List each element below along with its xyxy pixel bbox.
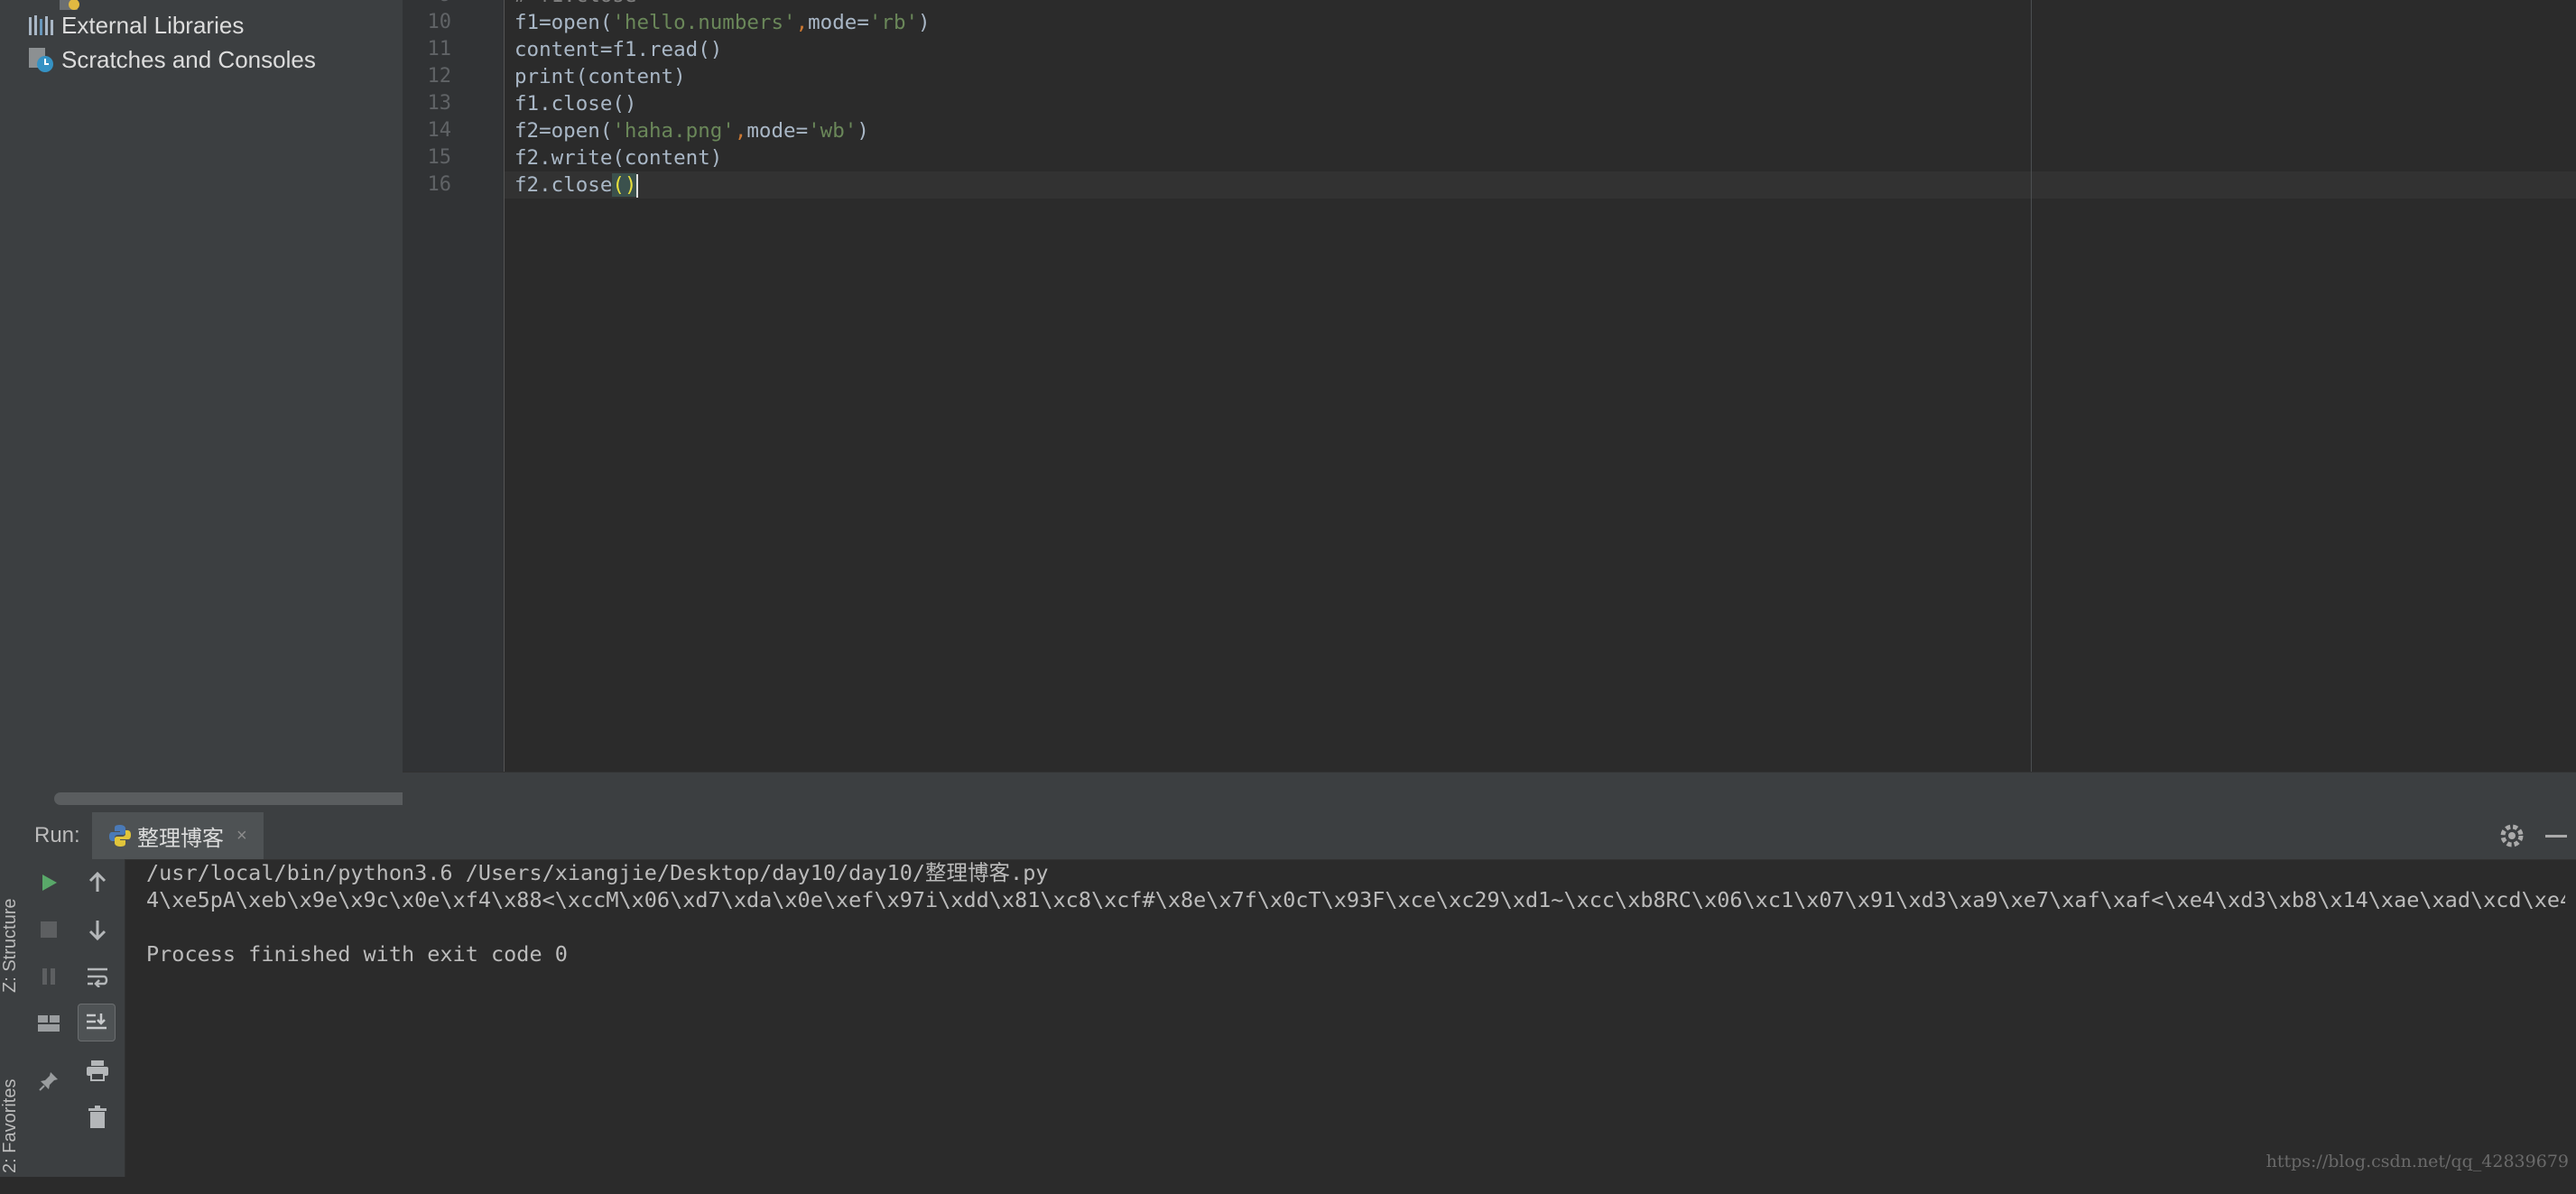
run-panel-title: Run: xyxy=(34,823,80,847)
code-token: mode xyxy=(746,119,796,143)
structure-side-tab[interactable]: Z: Structure xyxy=(0,899,20,1014)
run-panel: Run: 整理博客 × /usr/local/bin/python3.6 /Us… xyxy=(20,812,2576,1177)
tree-item-label: External Libraries xyxy=(61,11,245,39)
code-string: 'hello.numbers' xyxy=(612,11,796,34)
code-token: f2=open( xyxy=(514,119,613,143)
code-line-9: # f1.close xyxy=(514,0,636,9)
line-number: 13 xyxy=(427,92,452,115)
run-panel-header: Run: 整理博客 × xyxy=(20,812,2576,860)
tree-item-external-libraries[interactable]: External Libraries xyxy=(27,9,244,42)
code-line-15: f2.write(content) xyxy=(514,146,723,170)
run-console[interactable]: /usr/local/bin/python3.6 /Users/xiangjie… xyxy=(146,859,2565,1177)
stop-icon[interactable] xyxy=(31,912,67,948)
project-panel: External Libraries Scratches and Console… xyxy=(20,0,413,812)
rerun-icon[interactable] xyxy=(31,865,67,901)
library-icon xyxy=(27,12,56,39)
editor-bottom-bar xyxy=(403,772,2576,813)
left-tool-strip: Z: Structure 2: Favorites xyxy=(0,0,21,1177)
favorites-side-tab-label: 2: Favorites xyxy=(0,1078,20,1173)
code-token: ) xyxy=(857,119,869,143)
code-line-14: f2=open('haha.png',mode='wb') xyxy=(514,117,869,144)
line-number-gutter: 9 10 11 12 13 14 15 16 xyxy=(403,0,505,772)
print-icon[interactable] xyxy=(79,1052,116,1088)
run-config-tab[interactable]: 整理博客 × xyxy=(92,812,264,859)
layout-icon[interactable] xyxy=(31,1005,67,1041)
tree-item-scratches[interactable]: Scratches and Consoles xyxy=(27,43,316,76)
code-line-10: f1=open('hello.numbers',mode='rb') xyxy=(514,9,931,36)
structure-side-tab-label: Z: Structure xyxy=(0,898,20,993)
code-token: mode xyxy=(808,11,857,34)
code-line-16: f2.close() xyxy=(514,171,639,199)
code-token: , xyxy=(734,119,747,143)
code-string: 'haha.png' xyxy=(612,119,735,143)
console-exit-line: Process finished with exit code 0 xyxy=(146,941,568,967)
arrow-up-icon[interactable] xyxy=(79,865,116,901)
code-token: = xyxy=(795,119,809,143)
python-icon xyxy=(108,824,132,847)
line-number: 10 xyxy=(427,11,452,33)
project-horizontal-scrollbar[interactable] xyxy=(54,792,413,805)
watermark: https://blog.csdn.net/qq_42839679 xyxy=(2266,1152,2569,1171)
code-line-13: f1.close() xyxy=(514,92,637,116)
trash-icon[interactable] xyxy=(79,1099,116,1135)
line-number: 12 xyxy=(427,65,452,88)
console-output-line: 4\xe5pA\xeb\x9e\x9c\x0e\xf4\x88<\xccM\x0… xyxy=(146,887,2565,912)
current-line-highlight xyxy=(505,171,2576,199)
pin-icon[interactable] xyxy=(31,1063,67,1099)
code-line-11: content=f1.read() xyxy=(514,38,723,61)
line-number: 15 xyxy=(427,146,452,169)
code-token: , xyxy=(795,11,809,34)
run-config-tab-label: 整理博客 xyxy=(137,826,224,851)
scratches-icon xyxy=(27,46,56,73)
console-command-line: /usr/local/bin/python3.6 /Users/xiangjie… xyxy=(146,860,1049,885)
code-editor[interactable]: 9 10 11 12 13 14 15 16 # f1.close f1=ope… xyxy=(403,0,2576,772)
code-string: 'wb' xyxy=(808,119,857,143)
close-icon[interactable]: × xyxy=(236,826,247,847)
code-token: ) xyxy=(918,11,931,34)
scroll-to-end-icon[interactable] xyxy=(78,1004,116,1041)
run-toolbar xyxy=(20,859,125,1177)
code-token: = xyxy=(857,11,869,34)
tree-item-label: Scratches and Consoles xyxy=(61,45,316,73)
line-number: 11 xyxy=(427,38,452,60)
text-caret xyxy=(636,173,639,198)
gear-icon[interactable] xyxy=(2497,820,2527,851)
minimize-icon[interactable] xyxy=(2545,835,2567,838)
pause-icon[interactable] xyxy=(31,958,67,995)
favorites-side-tab[interactable]: 2: Favorites xyxy=(0,1079,20,1194)
soft-wrap-icon[interactable] xyxy=(79,958,116,995)
line-number: 9 xyxy=(440,0,451,9)
code-token: f2.close xyxy=(514,173,613,197)
line-number: 14 xyxy=(427,119,452,142)
code-line-12: print(content) xyxy=(514,65,686,88)
right-margin-guide xyxy=(2031,0,2032,772)
arrow-down-icon[interactable] xyxy=(79,912,116,948)
code-token: f1=open( xyxy=(514,11,613,34)
line-number: 16 xyxy=(427,173,452,196)
code-string: 'rb' xyxy=(868,11,919,34)
matched-braces: () xyxy=(612,173,637,197)
